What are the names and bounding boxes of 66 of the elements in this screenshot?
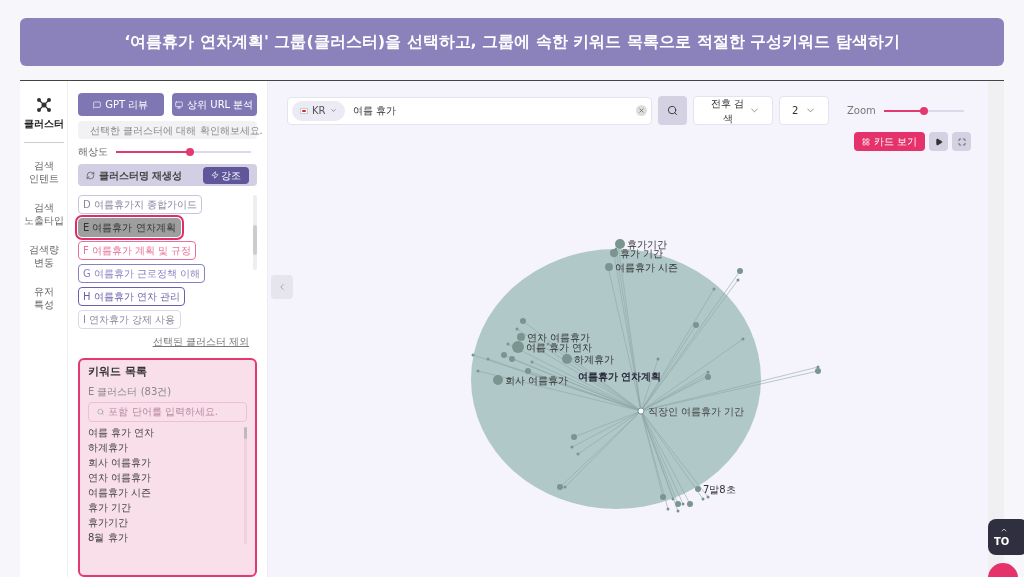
flag-icon xyxy=(300,107,308,114)
play-button[interactable] xyxy=(929,132,948,151)
collapse-handle[interactable] xyxy=(271,275,293,299)
search-button[interactable] xyxy=(658,96,687,125)
panel-button[interactable]: GPT 리뷰 xyxy=(78,93,164,116)
card-view-button[interactable]: 카드 보기 xyxy=(853,132,925,151)
network-icon xyxy=(35,97,52,113)
node-label: 연차 여름휴가 xyxy=(527,332,591,343)
banner: ‘여름휴가 연차계획' 그룹(클러스터)을 선택하고, 그룹에 속한 키워드 목록으로 적절한 구성키워드 탐색하기 xyxy=(20,18,1004,66)
slider-thumb[interactable] xyxy=(186,147,195,156)
clear-icon[interactable] xyxy=(636,105,647,116)
nav-item[interactable]: 유저 특성 xyxy=(33,285,54,311)
node-label: 하계휴가 xyxy=(574,354,614,365)
node-label: 여름 휴가 연차 xyxy=(526,342,593,353)
cluster-chip[interactable]: E 여름휴가 연차계획 xyxy=(78,218,181,237)
panel-button[interactable]: 상위 URL 분석 xyxy=(171,93,257,116)
keyword-search-field[interactable]: 포함 단어를 입력하세요. xyxy=(88,401,247,422)
cluster-chip[interactable]: I 연차휴가 강제 사용 xyxy=(78,310,181,329)
node-label: 회사 여름휴가 xyxy=(505,375,569,386)
chevron-icon xyxy=(329,107,337,114)
keyword-search-input[interactable]: 포함 단어를 입력하세요. xyxy=(108,404,238,419)
monitor-icon xyxy=(175,100,184,109)
mode-select[interactable]: 전후 검색 xyxy=(693,96,773,125)
keyword-item[interactable]: 여름 휴가 연차 xyxy=(88,426,244,439)
search-icon xyxy=(667,105,678,116)
node-label: 휴가기간 xyxy=(627,239,667,250)
nav-item[interactable]: 검색 인텐트 xyxy=(28,159,59,185)
keyword-item[interactable]: 휴가 기간 xyxy=(88,501,244,514)
cluster-label: 여름휴가 연차계획 xyxy=(578,371,662,382)
nav-item[interactable]: 검색 노출타입 xyxy=(23,201,64,227)
keyword-item[interactable]: 회사 여름휴가 xyxy=(88,456,244,469)
nav-item[interactable]: 클러스터 xyxy=(23,97,64,143)
slider-thumb[interactable] xyxy=(919,106,928,115)
chat-icon xyxy=(93,100,102,109)
lightning-icon xyxy=(211,171,219,179)
cluster-chip[interactable]: D 여름휴가지 종합가이드 xyxy=(78,195,203,214)
keyword-list-subtitle: E 클러스터 (83건) xyxy=(88,384,173,399)
keyword-list-title: 키워드 목록 xyxy=(88,364,148,380)
node-label: 여름휴가 시즌 xyxy=(615,262,679,273)
search-field[interactable]: KR 여름 휴가 xyxy=(287,96,652,125)
refresh-icon xyxy=(86,170,95,180)
resolution-label: 해상도 xyxy=(78,145,108,159)
node-label: 7말8초 xyxy=(703,484,736,495)
top-button[interactable]: TO xyxy=(988,519,1024,555)
fullscreen-icon xyxy=(957,137,966,146)
zoom-label: Zoom xyxy=(847,104,876,118)
keyword-item[interactable]: 여름휴가 시즌 xyxy=(88,486,244,499)
depth-select[interactable]: 2 xyxy=(779,96,829,125)
center-node-label: 직장인 여름휴가 기간 xyxy=(648,406,745,417)
search-icon xyxy=(97,407,105,416)
exclude-link[interactable]: 선택된 클러스터 제외 xyxy=(152,334,249,349)
keyword-item[interactable]: 8월 휴가 xyxy=(88,531,244,544)
query-input[interactable]: 여름 휴가 xyxy=(352,103,628,118)
regen-label[interactable]: 클러스터명 재생성 xyxy=(99,167,183,183)
grid-icon xyxy=(861,137,870,146)
keyword-item[interactable]: 연차 여름휴가 xyxy=(88,471,244,484)
notice-text: 선택한 클러스터에 대해 확인해보세요. xyxy=(90,123,263,138)
highlight-button[interactable]: 강조 xyxy=(203,166,249,184)
nav-item[interactable]: 검색량 변동 xyxy=(28,243,59,269)
cluster-chip[interactable]: G 여름휴가 근로정책 이해 xyxy=(78,264,206,283)
chevron-icon xyxy=(749,105,760,116)
keyword-item[interactable]: 휴가기간 xyxy=(88,516,244,529)
play-icon xyxy=(934,137,943,146)
cluster-chip[interactable]: H 여름휴가 연차 관리 xyxy=(78,287,186,306)
keyword-item[interactable]: 하계휴가 xyxy=(88,441,244,454)
country-select[interactable]: KR xyxy=(292,100,345,121)
